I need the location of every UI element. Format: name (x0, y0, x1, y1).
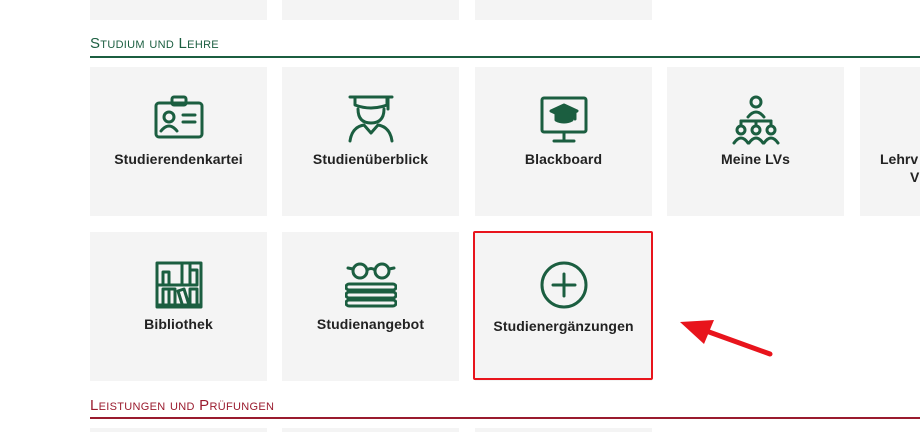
graduate-icon (348, 95, 393, 143)
group-hierarchy-icon (732, 95, 779, 145)
top-tile-1[interactable] (90, 0, 267, 20)
tile-label: Lehrv (880, 151, 919, 167)
top-tile-2[interactable] (282, 0, 459, 20)
tile-label-line2: V (910, 169, 920, 185)
section-title-leistungen-und-pruefungen: Leistungen und Prüfungen (90, 396, 920, 419)
bottom-tile-1[interactable] (90, 428, 267, 432)
highlight-box (473, 231, 653, 380)
tile-label: Meine LVs (720, 151, 791, 167)
bottom-tile-2[interactable] (282, 428, 459, 432)
tile-studierendenkartei[interactable]: Studierendenkartei (90, 67, 267, 216)
red-arrow-icon (680, 320, 773, 357)
tile-label: Studienüberblick (312, 151, 429, 167)
id-card-icon (154, 95, 203, 139)
top-tile-3[interactable] (475, 0, 652, 20)
bookshelf-icon (155, 261, 202, 309)
section-title-studium-und-lehre: Studium und Lehre (90, 34, 920, 58)
tile-label: Bibliothek (144, 316, 213, 332)
tile-meine-lvs[interactable]: Meine LVs (667, 67, 844, 216)
glasses-books-icon (344, 262, 397, 308)
tile-label: Studierendenkartei (114, 151, 243, 167)
tile-bibliothek[interactable]: Bibliothek (90, 232, 267, 381)
tile-label: Blackboard (524, 151, 603, 167)
tile-label: Studienangebot (316, 316, 425, 332)
bottom-tile-3[interactable] (475, 428, 652, 432)
tile-studienueberblick[interactable]: Studienüberblick (282, 67, 459, 216)
tile-blackboard[interactable]: Blackboard (475, 67, 652, 216)
tile-lehrveranstaltungen[interactable]: Lehrv V (860, 67, 920, 216)
monitor-graduation-cap-icon (540, 96, 587, 143)
tile-studienangebot[interactable]: Studienangebot (282, 232, 459, 381)
